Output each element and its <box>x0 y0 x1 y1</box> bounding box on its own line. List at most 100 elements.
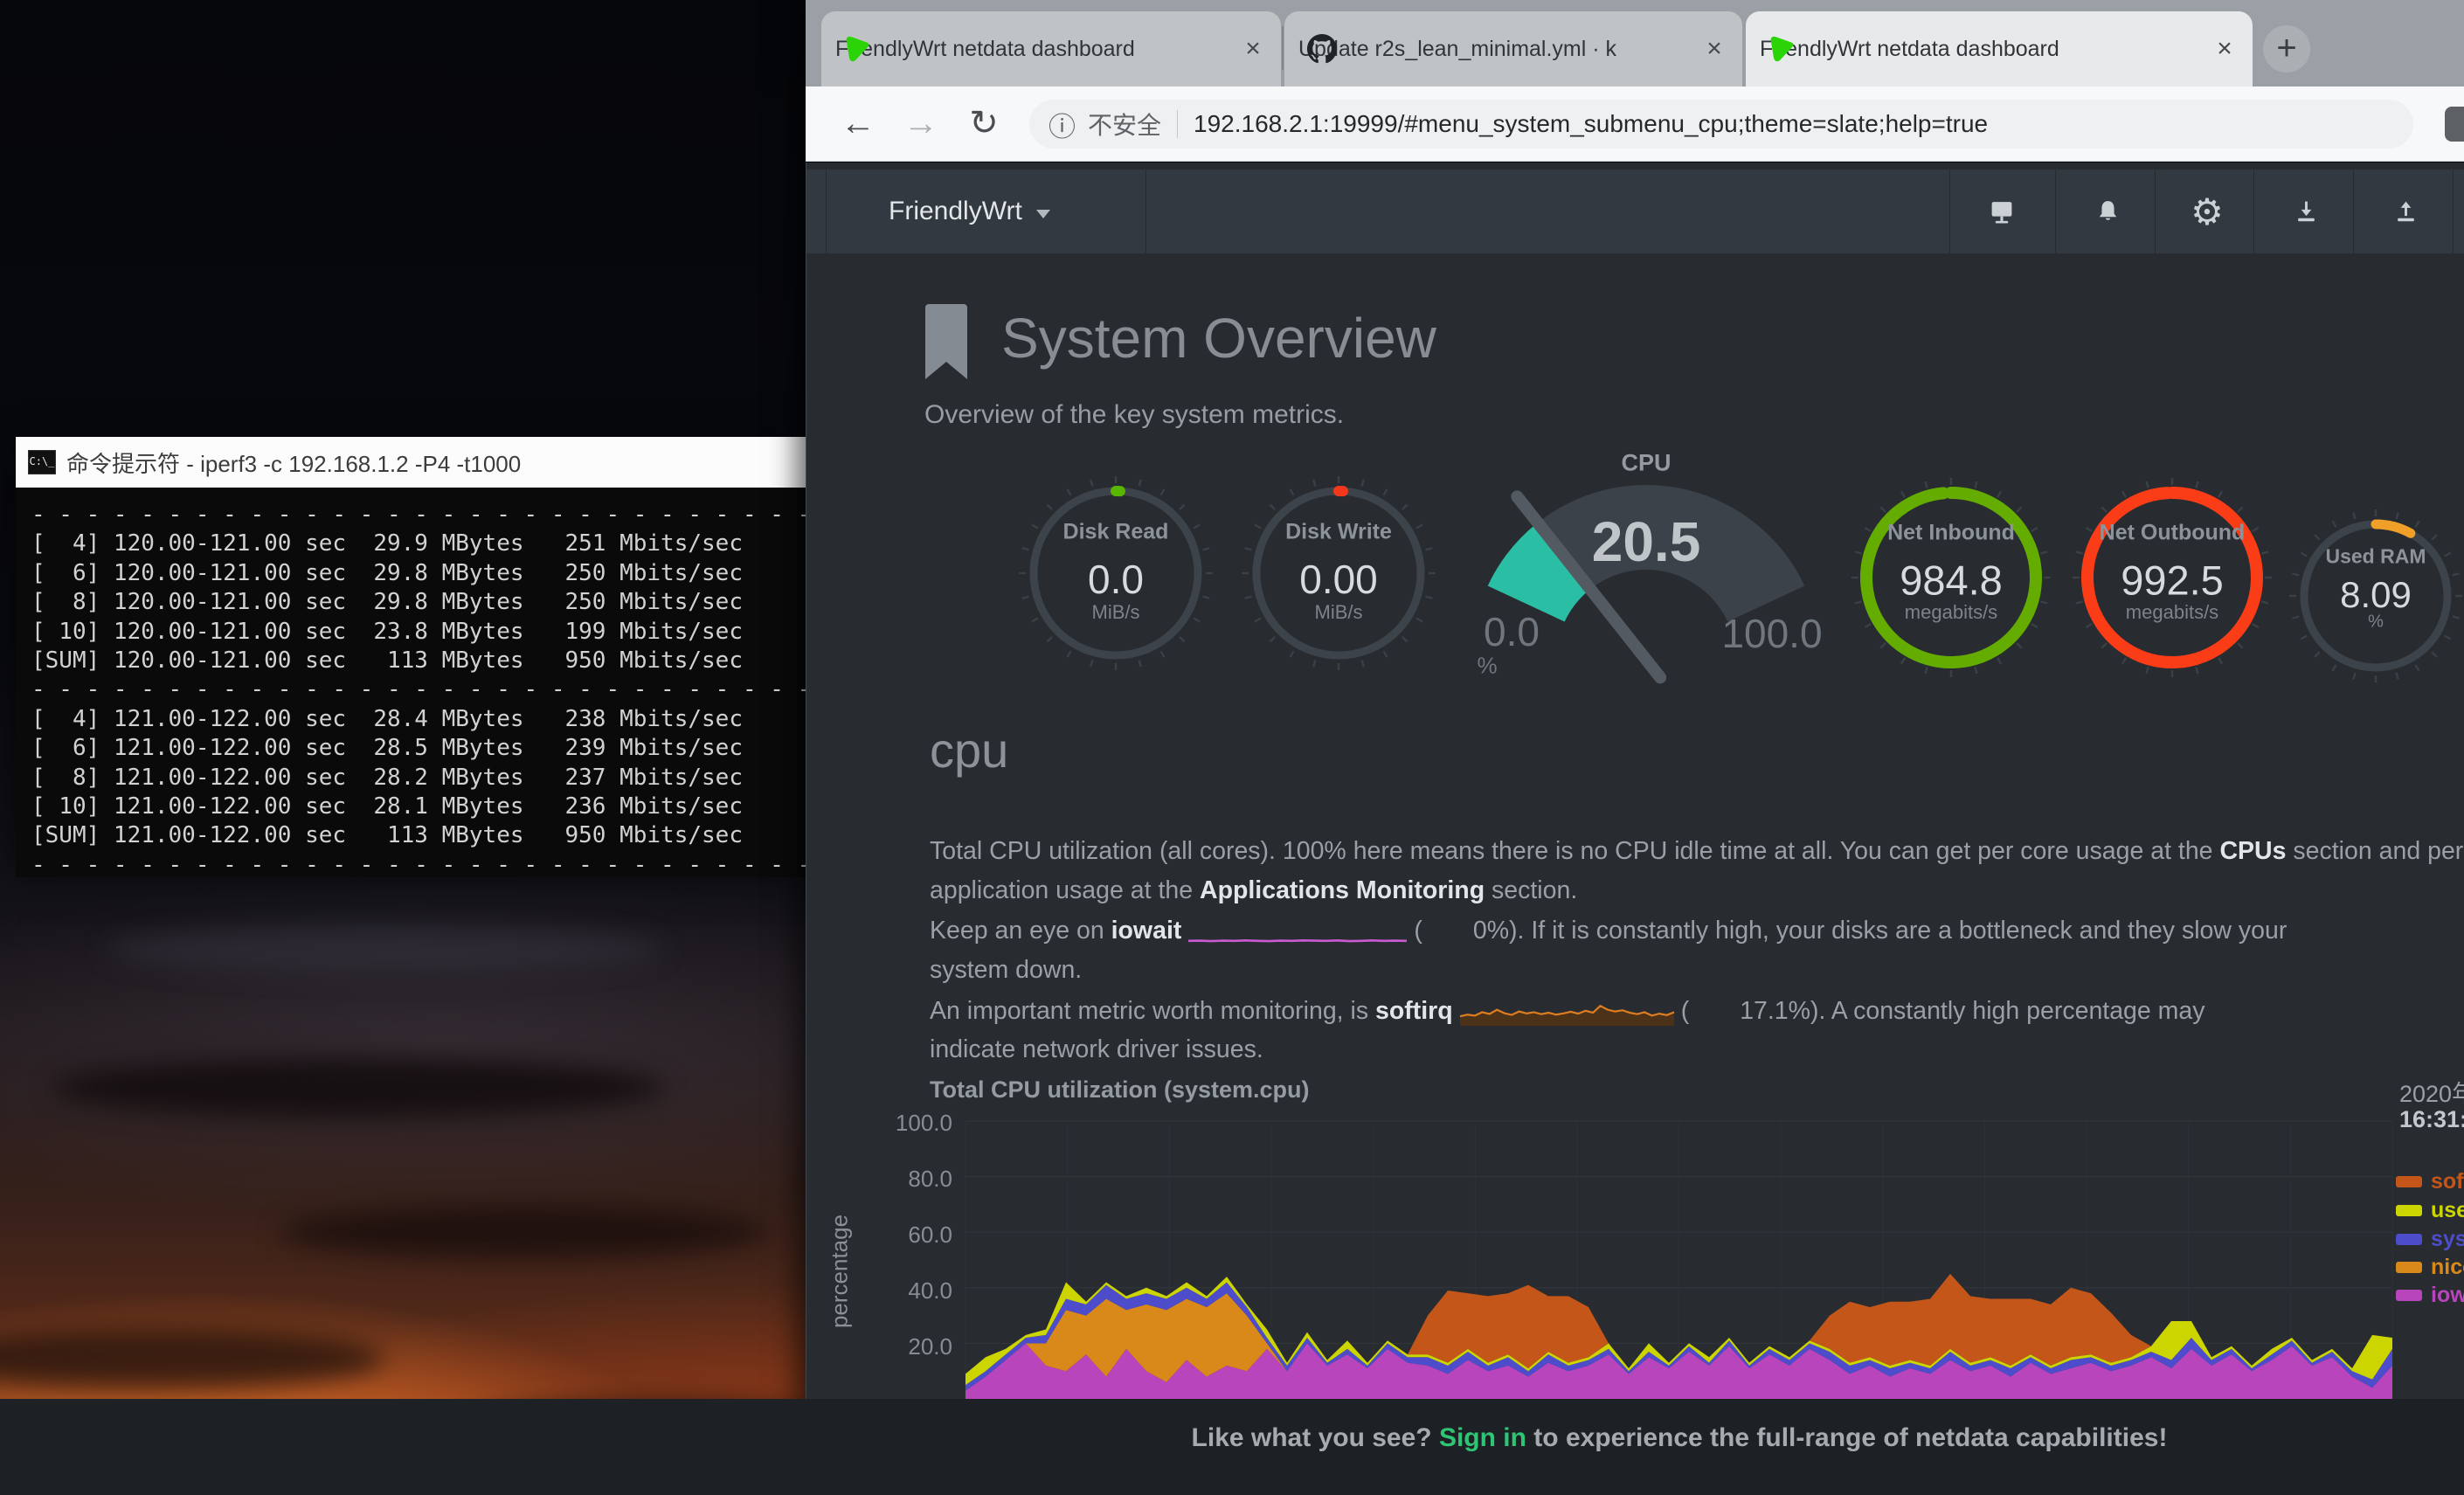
tab-netdata-1[interactable]: FriendlyWrt netdata dashboard × <box>821 11 1281 87</box>
gauge-value: 0.0 <box>1088 556 1144 603</box>
forward-button[interactable]: → <box>896 87 945 162</box>
github-logo-icon <box>1307 34 1337 64</box>
gauge-title: Disk Write <box>1285 520 1392 545</box>
legend-label: nice <box>2431 1255 2464 1280</box>
settings-button[interactable]: ⚙ <box>2157 170 2257 253</box>
gauge-value: 0.00 <box>1299 556 1378 603</box>
bell-icon <box>2095 198 2121 225</box>
terminal-line: [ 10] 121.00-122.00 sec 28.1 MBytes 236 … <box>31 792 806 821</box>
new-tab-button[interactable]: + <box>2263 25 2310 73</box>
tab-label: Update r2s_lean_minimal.yml · k <box>1298 37 1695 62</box>
navbar-divider <box>2055 170 2056 253</box>
netdata-logo-icon <box>1768 35 1795 63</box>
terminal-output[interactable]: - - - - - - - - - - - - - - - - - - - - … <box>16 488 806 877</box>
tab-close-icon[interactable]: × <box>2205 34 2244 64</box>
help-paragraph-line: system down. <box>930 956 1082 985</box>
sign-in-link[interactable]: Sign in <box>1439 1423 1526 1452</box>
signin-banner: Like what you see? Sign in to experience… <box>0 1399 2464 1495</box>
terminal-line: - - - - - - - - - - - - - - - - - - - - … <box>31 851 806 877</box>
tab-strip: FriendlyWrt netdata dashboard × Update r… <box>806 0 2464 87</box>
chart-title: Total CPU utilization (system.cpu) <box>930 1076 1310 1104</box>
terminal-title: 命令提示符 - iperf3 -c 192.168.1.2 -P4 -t1000 <box>66 446 521 479</box>
legend-item-softirq[interactable]: softirq <box>2396 1169 2464 1194</box>
legend-swatch <box>2396 1234 2422 1245</box>
alarms-button[interactable] <box>2058 170 2157 253</box>
gauge-unit: MiB/s <box>1092 601 1140 624</box>
terminal-line: - - - - - - - - - - - - - - - - - - - - … <box>31 501 806 529</box>
terminal-window: C:\_ 命令提示符 - iperf3 -c 192.168.1.2 -P4 -… <box>16 437 806 864</box>
legend-item-system[interactable]: system <box>2396 1227 2464 1251</box>
iowait-label: iowait <box>1111 917 1182 945</box>
iowait-sparkline[interactable] <box>1188 919 1407 945</box>
cmd-icon: C:\_ <box>28 450 56 474</box>
help-paragraph-line: Total CPU utilization (all cores). 100% … <box>930 837 2463 866</box>
help-paragraph-line: Keep an eye on iowait (0%). If it is cons… <box>930 917 2287 945</box>
gauge-unit: megabits/s <box>2126 601 2218 624</box>
navbar-divider <box>2155 170 2156 253</box>
softirq-sparkline[interactable] <box>1460 996 1674 1028</box>
export-snapshot-button[interactable] <box>2356 170 2455 253</box>
applications-monitoring-link: Applications Monitoring <box>1200 876 1485 904</box>
reload-button[interactable]: ↻ <box>959 87 1008 162</box>
terminal-line: [ 4] 120.00-121.00 sec 29.9 MBytes 251 M… <box>31 529 806 558</box>
help-text: section. <box>1485 876 1577 904</box>
navbar-divider <box>1145 170 1146 253</box>
help-text: 17.1%). A constantly high percentage may <box>1740 997 2204 1025</box>
address-bar[interactable]: ⓘ 不安全 192.168.2.1:19999/#menu_system_sub… <box>1029 100 2413 149</box>
page-subtitle: Overview of the key system metrics. <box>924 400 1344 430</box>
tab-close-icon[interactable]: × <box>1234 34 1272 64</box>
legend-item-nice[interactable]: nice <box>2396 1255 2464 1279</box>
wallpaper-cloud <box>105 926 664 973</box>
import-snapshot-button[interactable] <box>2256 170 2356 253</box>
cpu-utilization-chart[interactable] <box>966 1121 2392 1399</box>
y-axis-title: percentage <box>827 1215 854 1328</box>
legend-swatch <box>2396 1262 2422 1273</box>
help-text: section and per <box>2286 837 2463 865</box>
terminal-line: [ 6] 121.00-122.00 sec 28.5 MBytes 239 M… <box>31 734 806 763</box>
gauge-unit: MiB/s <box>1315 601 1363 624</box>
host-selector[interactable]: FriendlyWrt <box>889 170 1050 253</box>
tab-label: FriendlyWrt netdata dashboard <box>1760 37 2205 62</box>
gauge-unit: % <box>2368 613 2384 633</box>
gauge-title: Net Inbound <box>1887 521 2015 546</box>
url-text[interactable]: 192.168.2.1:19999/#menu_system_submenu_c… <box>1194 110 1988 138</box>
y-tick: 80.0 <box>891 1166 952 1193</box>
browser-profile-sliver[interactable] <box>2445 107 2464 142</box>
legend-item-iowait[interactable]: iowait <box>2396 1283 2464 1307</box>
y-tick: 100.0 <box>891 1110 952 1137</box>
help-paragraph-line: application usage at the Applications Mo… <box>930 876 1577 905</box>
gauge-title: Used RAM <box>2325 545 2426 569</box>
terminal-line: [ 8] 120.00-121.00 sec 29.8 MBytes 250 M… <box>31 588 806 617</box>
back-button[interactable]: ← <box>834 87 882 162</box>
upload-icon <box>2393 198 2419 225</box>
help-text: Keep an eye on <box>930 917 1111 945</box>
monitor-icon <box>1989 199 2015 225</box>
legend-label: system <box>2431 1227 2464 1252</box>
terminal-line: [ 4] 121.00-122.00 sec 28.4 MBytes 238 M… <box>31 705 806 734</box>
cpu-gauge-unit: % <box>1477 653 1497 680</box>
cpu-gauge-value: 20.5 <box>1592 509 1701 574</box>
navbar-divider <box>2253 170 2254 253</box>
tab-close-icon[interactable]: × <box>1695 34 1734 64</box>
tab-github[interactable]: Update r2s_lean_minimal.yml · k × <box>1284 11 1742 87</box>
help-text: 0%). If it is constantly high, your disk… <box>1473 917 2287 945</box>
tab-label: FriendlyWrt netdata dashboard <box>835 37 1234 62</box>
tab-netdata-2-active[interactable]: FriendlyWrt netdata dashboard × <box>1746 11 2253 87</box>
gauge-title: Net Outbound <box>2100 521 2246 546</box>
wallpaper-cloud <box>0 1328 384 1389</box>
y-tick: 60.0 <box>891 1222 952 1249</box>
cpus-link: CPUs <box>2219 837 2286 865</box>
cpu-gauge-min: 0.0 <box>1484 608 1540 655</box>
navbar-divider <box>2453 170 2454 253</box>
legend-item-user[interactable]: user <box>2396 1198 2464 1222</box>
wallpaper-cloud <box>52 1057 664 1118</box>
netdata-navbar: FriendlyWrt <box>806 170 2464 253</box>
terminal-title-bar[interactable]: C:\_ 命令提示符 - iperf3 -c 192.168.1.2 -P4 -… <box>16 437 806 488</box>
download-icon <box>2294 198 2319 225</box>
help-text: ( <box>1414 917 1422 945</box>
nodes-view-button[interactable] <box>1952 170 2052 253</box>
host-name: FriendlyWrt <box>889 197 1022 226</box>
site-info-icon[interactable]: ⓘ <box>1049 105 1076 144</box>
bookmark-icon <box>924 302 968 381</box>
cpu-gauge[interactable] <box>1463 441 1830 712</box>
